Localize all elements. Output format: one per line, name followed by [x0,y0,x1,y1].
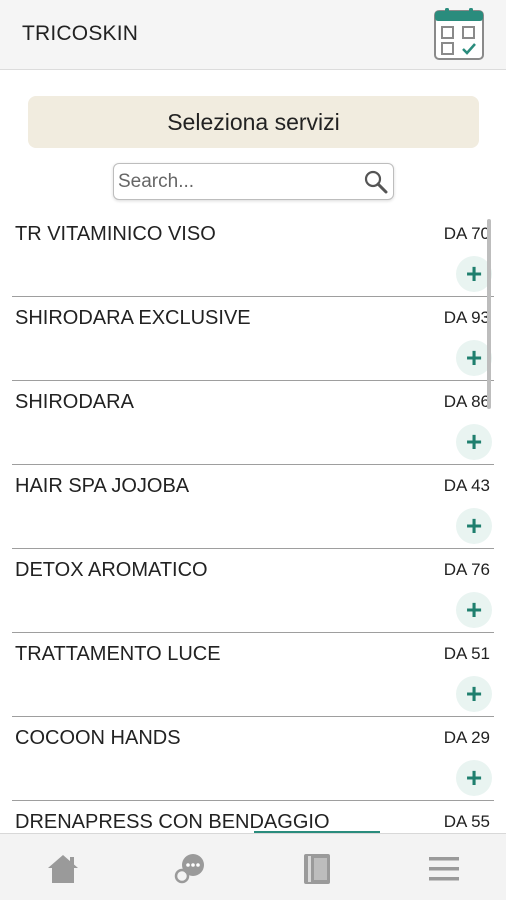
bottom-navigation [0,833,506,900]
home-icon[interactable] [46,852,80,886]
list-scrollbar[interactable] [487,219,491,409]
service-price: DA 55 [443,812,490,831]
service-price: DA 93 [443,308,490,327]
service-name: TRATTAMENTO LUCE [15,643,221,665]
select-services-banner: Seleziona servizi [28,96,479,148]
service-price: DA 29 [443,728,490,747]
calendar-check-icon[interactable] [432,7,486,61]
search-box[interactable] [113,163,394,200]
search-icon[interactable] [363,169,389,195]
service-name: SHIRODARA [15,391,134,413]
list-item[interactable]: DETOX AROMATICO DA 76 + [12,549,494,633]
service-price: DA 70 [443,224,490,243]
list-item[interactable]: SHIRODARA EXCLUSIVE DA 93 + [12,297,494,381]
menu-icon[interactable] [427,852,461,886]
service-name: HAIR SPA JOJOBA [15,475,190,497]
list-item[interactable]: HAIR SPA JOJOBA DA 43 + [12,465,494,549]
service-name: SHIRODARA EXCLUSIVE [15,307,251,329]
add-service-button[interactable]: + [456,676,492,712]
add-service-button[interactable]: + [456,508,492,544]
service-name: DRENAPRESS CON BENDAGGIO [15,811,330,833]
service-price: DA 86 [443,392,490,411]
service-name: DETOX AROMATICO [15,559,208,581]
list-item[interactable]: TRATTAMENTO LUCE DA 51 + [12,633,494,717]
app-header: TRICOSKIN [0,0,506,70]
chat-icon[interactable] [173,852,207,886]
list-item[interactable]: SHIRODARA DA 86 + [12,381,494,465]
services-list: TR VITAMINICO VISO DA 70 + SHIRODARA EXC… [0,213,506,833]
app-title: TRICOSKIN [22,22,139,45]
service-name: TR VITAMINICO VISO [15,223,216,245]
list-item[interactable]: DRENAPRESS CON BENDAGGIO DA 55 + [12,801,494,833]
list-item[interactable]: TR VITAMINICO VISO DA 70 + [12,213,494,297]
service-price: DA 76 [443,560,490,579]
add-service-button[interactable]: + [456,592,492,628]
service-price: DA 43 [443,476,490,495]
add-service-button[interactable]: + [456,424,492,460]
service-name: COCOON HANDS [15,727,181,749]
service-price: DA 51 [443,644,490,663]
book-icon[interactable] [300,852,334,886]
add-service-button[interactable]: + [456,760,492,796]
list-item[interactable]: COCOON HANDS DA 29 + [12,717,494,801]
search-input[interactable] [118,166,358,197]
